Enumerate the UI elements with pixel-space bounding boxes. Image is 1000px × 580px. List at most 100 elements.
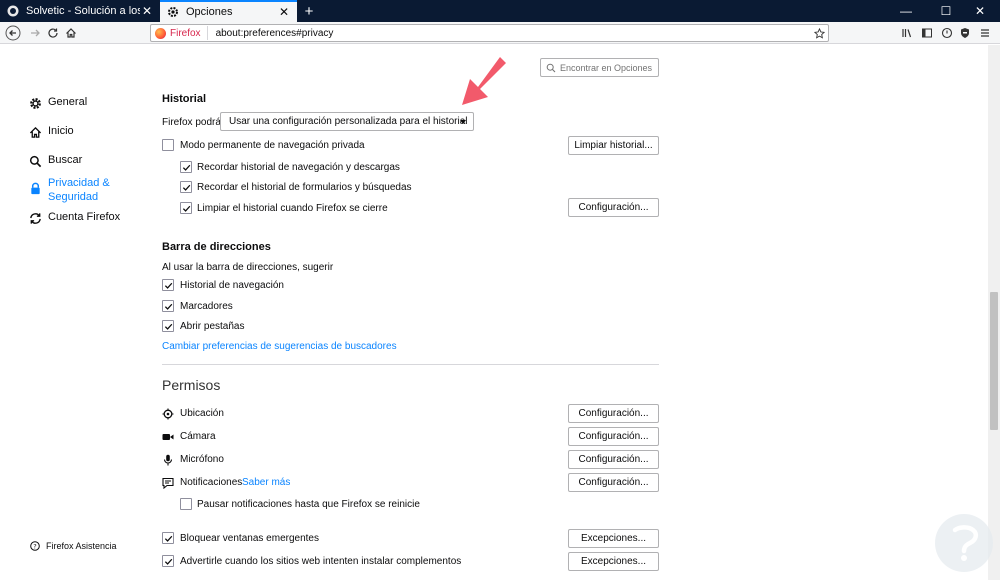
tab-title: Opciones <box>186 6 233 18</box>
sync-icon <box>28 211 42 225</box>
clear-history-button[interactable]: Limpiar historial... <box>568 136 659 155</box>
solvetic-favicon-icon <box>6 4 20 18</box>
location-config-button[interactable]: Configuración... <box>568 404 659 423</box>
sidebar-item-label: General <box>48 96 88 108</box>
search-suggestions-link[interactable]: Cambiar preferencias de sugerencias de b… <box>162 341 397 352</box>
tab-close-icon[interactable]: ✕ <box>277 5 291 19</box>
tab-solvetic[interactable]: Solvetic - Solución a los probl ✕ <box>0 0 160 22</box>
popups-exceptions-button[interactable]: Excepciones... <box>568 529 659 548</box>
warn-addons-checkbox[interactable] <box>162 555 174 567</box>
microphone-label: Micrófono <box>180 454 224 465</box>
library-icon[interactable] <box>898 24 916 42</box>
checkmark-icon <box>182 205 190 212</box>
sidebar-item-label: Inicio <box>48 125 74 137</box>
remember-forms-checkbox[interactable] <box>180 181 192 193</box>
account-icon[interactable] <box>938 24 956 42</box>
remember-forms-label: Recordar el historial de formularios y b… <box>197 182 412 193</box>
search-icon <box>546 63 556 73</box>
warn-addons-label: Advertirle cuando los sitios web intente… <box>180 556 462 567</box>
title-bar: Solvetic - Solución a los probl ✕ Opcion… <box>0 0 1000 22</box>
block-popups-checkbox[interactable] <box>162 532 174 544</box>
private-mode-label: Modo permanente de navegación privada <box>180 140 365 151</box>
camera-label: Cámara <box>180 431 216 442</box>
checkmark-icon <box>164 558 172 565</box>
sidebar-item-general[interactable]: General <box>28 96 87 110</box>
watermark-logo-icon <box>935 514 993 572</box>
clear-on-close-checkbox[interactable] <box>180 202 192 214</box>
sidebar-toggle-icon[interactable] <box>918 24 936 42</box>
close-window-icon[interactable]: ✕ <box>960 0 1000 22</box>
sidebar-item-label: Buscar <box>48 154 83 166</box>
identity-box[interactable]: Firefox <box>151 26 208 40</box>
assist-label: Firefox Asistencia <box>46 541 117 551</box>
suggest-tabs-checkbox[interactable] <box>162 320 174 332</box>
permissions-heading: Permisos <box>162 377 221 393</box>
history-mode-select[interactable]: Usar una configuración personalizada par… <box>220 112 474 131</box>
home-icon <box>28 125 42 139</box>
url-text[interactable]: about:preferences#privacy <box>208 28 810 39</box>
pause-notifications-label: Pausar notificaciones hasta que Firefox … <box>197 499 420 510</box>
suggest-history-checkbox[interactable] <box>162 279 174 291</box>
addons-exceptions-button[interactable]: Excepciones... <box>568 552 659 571</box>
new-tab-icon[interactable]: + <box>298 0 320 22</box>
minimize-icon[interactable]: — <box>886 0 926 22</box>
shield-icon[interactable] <box>956 24 974 42</box>
checkmark-icon <box>164 303 172 310</box>
address-bar-heading: Barra de direcciones <box>162 241 271 253</box>
sidebar-item-label: Privacidad & Seguridad <box>48 176 110 204</box>
tab-opciones[interactable]: Opciones ✕ <box>160 0 297 22</box>
preferences-page <box>0 45 1000 580</box>
address-bar-intro: Al usar la barra de direcciones, sugerir <box>162 262 334 273</box>
tab-close-icon[interactable]: ✕ <box>140 4 154 18</box>
menu-icon[interactable] <box>976 24 994 42</box>
sidebar-item-buscar[interactable]: Buscar <box>28 154 82 168</box>
history-mode-label: Firefox podrá <box>162 117 221 128</box>
annotation-arrow-icon <box>462 57 506 105</box>
history-config-button[interactable]: Configuración... <box>568 198 659 217</box>
sidebar-item-label-line1: Privacidad & <box>48 177 110 189</box>
sidebar-item-privacidad[interactable]: Privacidad & Seguridad <box>28 176 110 204</box>
forward-icon[interactable] <box>26 24 44 42</box>
search-input[interactable]: Encontrar en Opciones <box>540 58 659 77</box>
sidebar-item-label: Cuenta Firefox <box>48 211 121 223</box>
scrollbar-thumb[interactable] <box>990 292 998 430</box>
history-heading: Historial <box>162 93 207 105</box>
sidebar-item-inicio[interactable]: Inicio <box>28 125 74 139</box>
firefox-assist-link[interactable]: ? Firefox Asistencia <box>30 541 117 551</box>
search-icon <box>28 154 42 168</box>
learn-more-link[interactable]: Saber más <box>242 477 290 488</box>
notifications-config-button[interactable]: Configuración... <box>568 473 659 492</box>
suggest-history-label: Historial de navegación <box>180 280 284 291</box>
location-icon <box>162 408 174 420</box>
microphone-config-button[interactable]: Configuración... <box>568 450 659 469</box>
bookmark-star-icon[interactable] <box>810 27 828 39</box>
home-icon[interactable] <box>62 24 80 42</box>
back-icon[interactable] <box>4 24 22 42</box>
checkmark-icon <box>164 282 172 289</box>
sidebar-item-label-line2: Seguridad <box>48 191 99 203</box>
chevron-down-icon <box>460 120 466 124</box>
reload-icon[interactable] <box>44 24 62 42</box>
section-divider <box>162 364 659 365</box>
remember-browsing-label: Recordar historial de navegación y desca… <box>197 162 400 173</box>
lock-icon <box>28 181 42 195</box>
suggest-tabs-label: Abrir pestañas <box>180 321 245 332</box>
search-placeholder: Encontrar en Opciones <box>560 62 653 73</box>
help-icon: ? <box>30 541 40 551</box>
camera-config-button[interactable]: Configuración... <box>568 427 659 446</box>
notification-icon <box>162 477 174 489</box>
tab-title: Solvetic - Solución a los probl <box>26 5 140 17</box>
suggest-bookmarks-checkbox[interactable] <box>162 300 174 312</box>
checkmark-icon <box>164 323 172 330</box>
sidebar-item-cuenta-firefox[interactable]: Cuenta Firefox <box>28 211 120 225</box>
gear-icon <box>28 96 42 110</box>
clear-on-close-label: Limpiar el historial cuando Firefox se c… <box>197 203 388 214</box>
private-mode-checkbox[interactable] <box>162 139 174 151</box>
remember-browsing-checkbox[interactable] <box>180 161 192 173</box>
pause-notifications-checkbox[interactable] <box>180 498 192 510</box>
url-bar[interactable]: Firefox about:preferences#privacy <box>150 24 829 42</box>
identity-label: Firefox <box>170 27 201 39</box>
firefox-icon <box>155 27 166 39</box>
notifications-label: Notificaciones <box>180 477 243 488</box>
checkmark-icon <box>182 184 190 191</box>
